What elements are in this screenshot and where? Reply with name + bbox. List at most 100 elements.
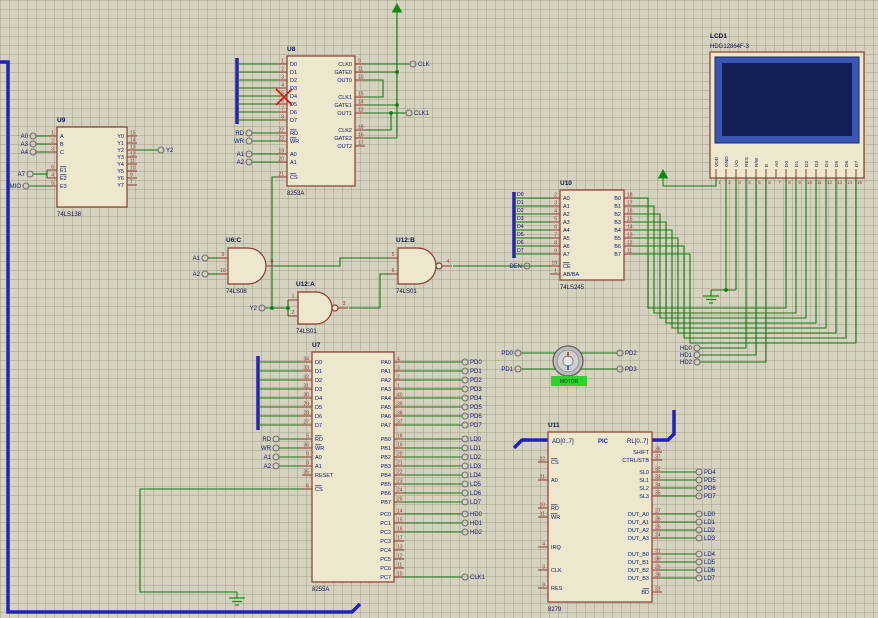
terminal-pd6[interactable]: PD6 — [461, 412, 482, 420]
terminal-ld4[interactable]: LD4 — [695, 550, 716, 558]
terminal-dot[interactable] — [695, 574, 703, 582]
terminal-dot[interactable] — [616, 349, 624, 357]
wire[interactable] — [634, 178, 817, 324]
bus[interactable] — [512, 438, 548, 450]
terminal-dot[interactable] — [245, 129, 253, 137]
terminal-dot[interactable] — [26, 170, 34, 178]
component-motor[interactable]: MOTOR — [551, 345, 587, 386]
wire[interactable] — [349, 273, 388, 309]
terminal-a4[interactable]: A4 — [21, 148, 37, 156]
wire[interactable] — [271, 176, 277, 308]
terminal-dot[interactable] — [272, 444, 280, 452]
terminal-ld3[interactable]: LD3 — [695, 534, 716, 542]
terminal-dot[interactable] — [29, 148, 37, 156]
gate-body[interactable] — [297, 291, 333, 325]
terminal-pd2[interactable]: PD2 — [616, 349, 637, 357]
power-symbol[interactable] — [657, 168, 669, 186]
terminal-pd1[interactable]: PD1 — [461, 367, 482, 375]
terminal-pd1[interactable]: PD1 — [501, 365, 522, 373]
terminal-dot[interactable] — [461, 358, 469, 366]
terminal-dot[interactable] — [461, 435, 469, 443]
terminal-pd0[interactable]: PD0 — [501, 349, 522, 357]
terminal-pd3[interactable]: PD3 — [461, 385, 482, 393]
terminal-dot[interactable] — [695, 534, 703, 542]
component-u8[interactable]: U88253A1D02D13D24D35D46D57D68D722RD23WR1… — [277, 46, 365, 197]
terminal-clk1[interactable]: CLK1 — [461, 573, 486, 581]
terminal-ld3[interactable]: LD3 — [461, 462, 482, 470]
terminal-pd0[interactable]: PD0 — [461, 358, 482, 366]
gate-body[interactable] — [397, 247, 437, 285]
terminal-dot[interactable] — [695, 526, 703, 534]
terminal-wr[interactable]: WR — [261, 444, 280, 452]
schematic-canvas[interactable]: U9 74LS138 1 A 2 B 3 C 6 E1 4 E2 5 E3 15 Y0 14 Y1 13 Y2 12 Y3… — [0, 0, 878, 618]
terminal-y2[interactable]: Y2 — [157, 146, 174, 154]
terminal-ld7[interactable]: LD7 — [695, 574, 716, 582]
terminal-ld1[interactable]: LD1 — [695, 518, 716, 526]
terminal-dot[interactable] — [258, 304, 266, 312]
terminal-ld6[interactable]: LD6 — [461, 489, 482, 497]
terminal-dot[interactable] — [201, 270, 209, 278]
terminal-dot[interactable] — [693, 344, 701, 352]
terminal-dot[interactable] — [461, 519, 469, 527]
terminal-hd0[interactable]: HD0 — [680, 344, 701, 352]
terminal-wr[interactable]: WR — [234, 137, 253, 145]
bus[interactable] — [652, 410, 676, 442]
terminal-dot[interactable] — [461, 489, 469, 497]
wire[interactable] — [276, 257, 388, 267]
terminal-dot[interactable] — [461, 376, 469, 384]
terminal-pd2[interactable]: PD2 — [461, 376, 482, 384]
terminal-dot[interactable] — [245, 150, 253, 158]
terminal-dot[interactable] — [461, 412, 469, 420]
terminal-a1[interactable]: A1 — [264, 453, 280, 461]
wire[interactable] — [365, 79, 384, 98]
terminal-dot[interactable] — [695, 518, 703, 526]
gate-body[interactable] — [227, 247, 267, 285]
terminal-dot[interactable] — [695, 476, 703, 484]
terminal-a2[interactable]: A2 — [264, 462, 280, 470]
terminal-dot[interactable] — [272, 453, 280, 461]
terminal-dot[interactable] — [29, 140, 37, 148]
terminal-dot[interactable] — [695, 558, 703, 566]
wire[interactable] — [634, 178, 807, 319]
terminal-dot[interactable] — [461, 453, 469, 461]
terminal-pd4[interactable]: PD4 — [695, 468, 716, 476]
terminal-pd6[interactable]: PD6 — [695, 484, 716, 492]
terminal-rd[interactable]: RD — [262, 435, 280, 443]
terminal-dot[interactable] — [22, 182, 30, 190]
component-u9[interactable]: U9 74LS138 1A2B3C 6 E1 4 E2 5 E3 15 Y0 14 Y1 13 Y2 12 Y3… — [47, 117, 137, 218]
terminal-ld7[interactable]: LD7 — [461, 498, 482, 506]
terminal-a1[interactable]: A1 — [237, 150, 253, 158]
terminal-dot[interactable] — [461, 421, 469, 429]
terminal-ld0[interactable]: LD0 — [461, 435, 482, 443]
terminal-dot[interactable] — [405, 109, 413, 117]
power-symbol[interactable] — [391, 2, 403, 20]
component-u12-a[interactable]: 3 1 2 U12:A 74LS01 — [288, 281, 348, 335]
terminal-dot[interactable] — [461, 403, 469, 411]
wire[interactable] — [139, 488, 302, 593]
terminal-dot[interactable] — [461, 367, 469, 375]
terminal-hd2[interactable]: HD2 — [680, 358, 701, 366]
terminal-dot[interactable] — [695, 566, 703, 574]
terminal-a1[interactable]: A1 — [193, 254, 209, 262]
terminal-pd5[interactable]: PD5 — [461, 403, 482, 411]
terminal-dot[interactable] — [514, 349, 522, 357]
terminal-dot[interactable] — [409, 60, 417, 68]
terminal-ld2[interactable]: LD2 — [695, 526, 716, 534]
terminal-dot[interactable] — [514, 365, 522, 373]
terminal-ld5[interactable]: LD5 — [695, 558, 716, 566]
terminal-dot[interactable] — [461, 385, 469, 393]
terminal-dot[interactable] — [695, 484, 703, 492]
terminal-ld4[interactable]: LD4 — [461, 471, 482, 479]
terminal-dot[interactable] — [201, 254, 209, 262]
terminal-a2[interactable]: A2 — [237, 158, 253, 166]
terminal-dot[interactable] — [461, 498, 469, 506]
terminal-dot[interactable] — [695, 468, 703, 476]
terminal-dot[interactable] — [461, 394, 469, 402]
terminal-dot[interactable] — [461, 471, 469, 479]
schematic-svg[interactable]: U974LS1381A2B3C6E14E25E315Y014Y113Y212Y3… — [0, 0, 878, 618]
terminal-dot[interactable] — [245, 137, 253, 145]
wire[interactable] — [365, 112, 392, 131]
terminal-clk1[interactable]: CLK1 — [405, 109, 430, 117]
terminal-ld1[interactable]: LD1 — [461, 444, 482, 452]
terminal-dot[interactable] — [461, 444, 469, 452]
